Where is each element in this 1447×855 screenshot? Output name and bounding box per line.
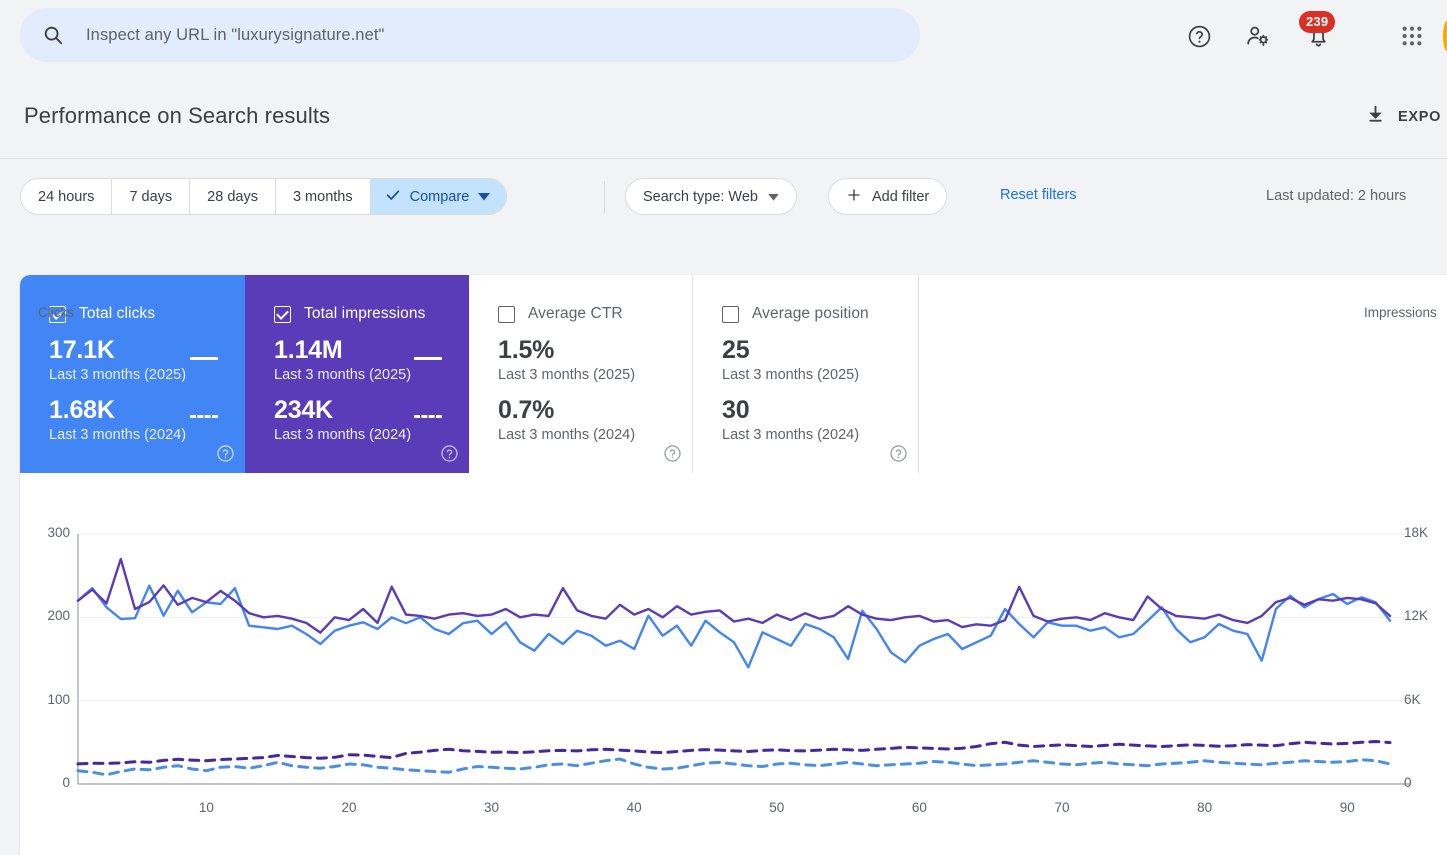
y-axis-tick-clicks: 0 bbox=[62, 775, 70, 790]
x-axis-tick: 40 bbox=[626, 800, 642, 815]
y-axis-tick-clicks: 300 bbox=[47, 525, 70, 540]
x-axis-tick: 60 bbox=[911, 800, 927, 815]
x-axis-tick: 10 bbox=[198, 800, 214, 815]
y-axis-tick-clicks: 100 bbox=[47, 691, 70, 707]
y-axis-tick-impressions: 6K bbox=[1404, 691, 1421, 707]
x-axis-tick: 90 bbox=[1339, 800, 1355, 815]
y-axis-tick-impressions: 0 bbox=[1404, 775, 1412, 790]
y-axis-tick-impressions: 18K bbox=[1404, 525, 1429, 540]
y-axis-tick-impressions: 12K bbox=[1404, 608, 1429, 624]
x-axis-tick: 20 bbox=[341, 800, 357, 815]
x-axis-tick: 50 bbox=[769, 800, 785, 815]
y-axis-tick-clicks: 200 bbox=[47, 608, 70, 624]
x-axis-tick: 30 bbox=[484, 800, 500, 815]
x-axis-tick: 80 bbox=[1197, 800, 1213, 815]
x-axis-tick: 70 bbox=[1054, 800, 1070, 815]
chart-plot bbox=[76, 533, 1410, 785]
